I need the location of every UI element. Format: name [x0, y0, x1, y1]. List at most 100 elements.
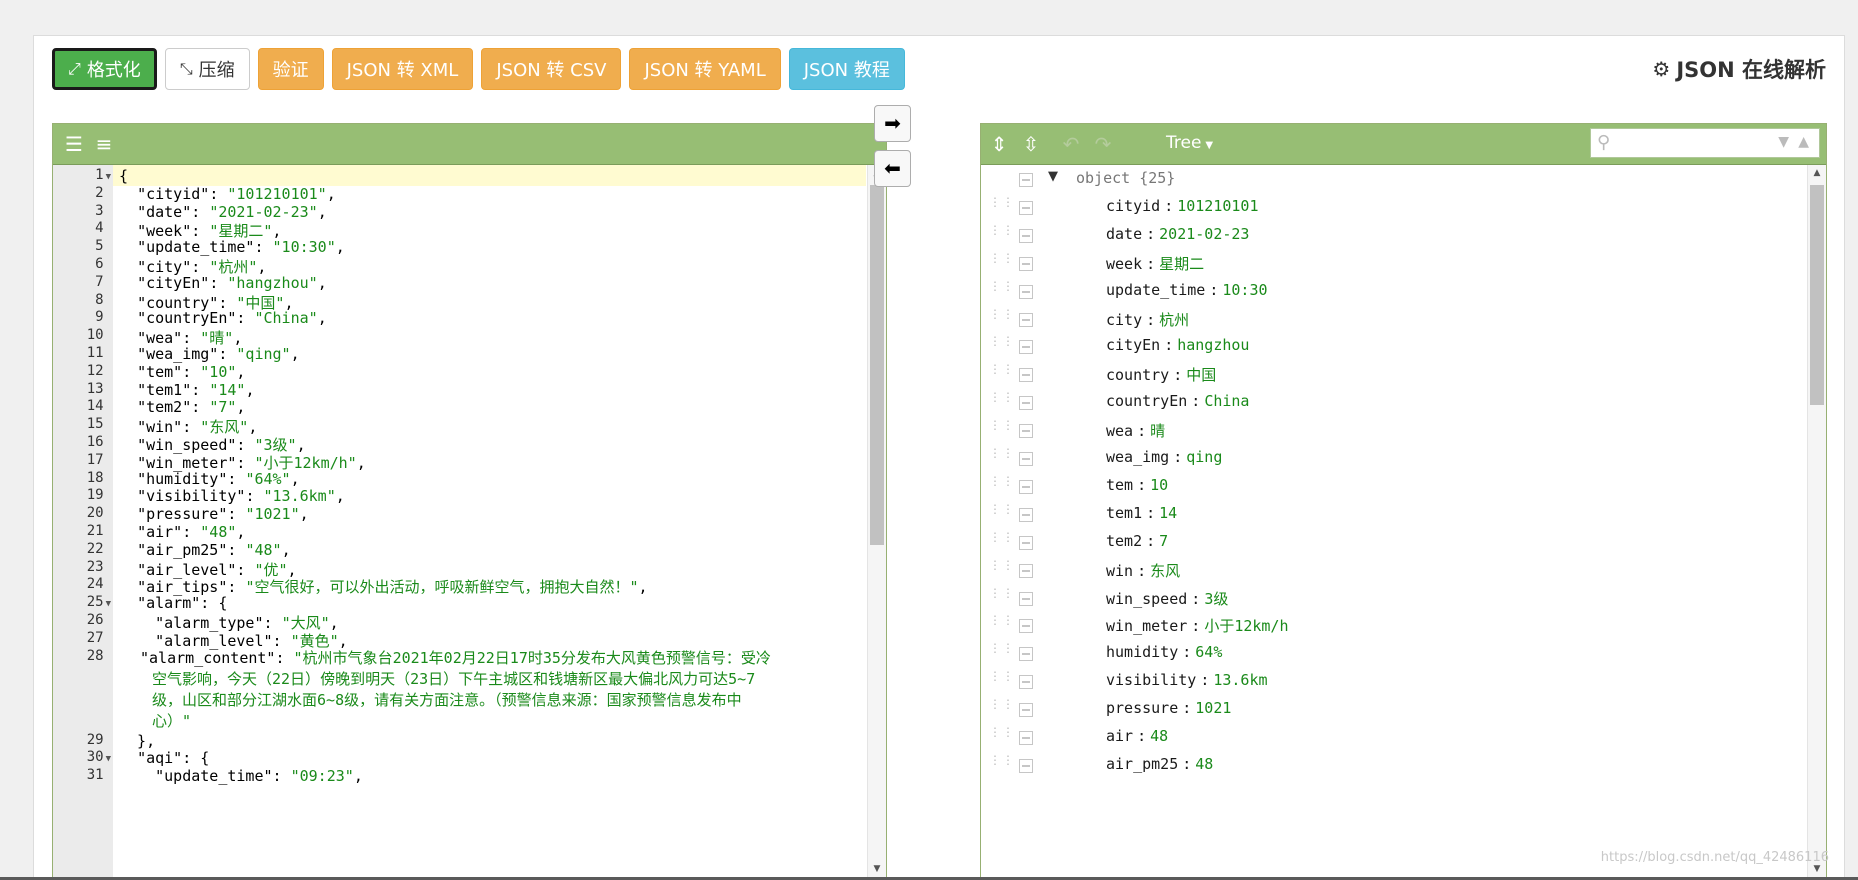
tree-field-value[interactable]: qing: [1186, 448, 1222, 466]
tree-field-value[interactable]: 中国: [1186, 366, 1216, 384]
code-area[interactable]: { "cityid": "101210101", "date": "2021-0…: [113, 165, 866, 877]
tree-field-value[interactable]: 10:30: [1222, 281, 1267, 299]
context-menu-icon[interactable]: [1019, 647, 1033, 662]
to-csv-button[interactable]: JSON 转 CSV: [481, 48, 622, 90]
tree-field[interactable]: cityEn: hangzhou: [1106, 336, 1249, 354]
tree-field-key[interactable]: cityid: [1106, 197, 1160, 215]
drag-handle-icon[interactable]: ⋮⋮: [989, 726, 1014, 747]
tree-field-value[interactable]: 2021-02-23: [1159, 225, 1249, 243]
context-menu-icon[interactable]: [1019, 535, 1033, 550]
tree-field[interactable]: week: 星期二: [1106, 253, 1204, 274]
context-menu-icon[interactable]: [1019, 228, 1033, 243]
tree-field[interactable]: tem2:7: [1106, 532, 1168, 550]
tree-field-key[interactable]: air: [1106, 727, 1133, 745]
collapse-all-icon[interactable]: ⇳: [1017, 132, 1045, 156]
drag-handle-icon[interactable]: ⋮⋮: [989, 587, 1014, 608]
drag-handle-icon[interactable]: ⋮⋮: [989, 698, 1014, 719]
tree-field-key[interactable]: date: [1106, 225, 1142, 243]
tree-field-value[interactable]: 晴: [1150, 422, 1165, 440]
tree-field[interactable]: air:48: [1106, 727, 1168, 745]
tree-field-key[interactable]: city: [1106, 311, 1142, 329]
context-menu-icon[interactable]: [1019, 563, 1033, 578]
tree-field[interactable]: country: 中国: [1106, 364, 1216, 385]
editor-scroll-thumb[interactable]: [870, 185, 884, 545]
tree-field-key[interactable]: win_meter: [1106, 617, 1187, 635]
drag-handle-icon[interactable]: ⋮⋮: [989, 559, 1014, 580]
tree-field-value[interactable]: 3级: [1204, 590, 1228, 608]
tree-field-key[interactable]: tem1: [1106, 504, 1142, 522]
drag-handle-icon[interactable]: ⋮⋮: [989, 224, 1014, 245]
tree-field-value[interactable]: hangzhou: [1177, 336, 1249, 354]
tree-field-key[interactable]: wea_img: [1106, 448, 1169, 466]
drag-handle-icon[interactable]: ⋮⋮: [989, 447, 1014, 468]
context-menu-icon[interactable]: [1019, 703, 1033, 718]
tree-field[interactable]: wea_img: qing: [1106, 448, 1222, 466]
drag-handle-icon[interactable]: ⋮⋮: [989, 670, 1014, 691]
fold-toggle-icon[interactable]: ▼: [106, 172, 111, 182]
drag-handle-icon[interactable]: ⋮⋮: [989, 614, 1014, 635]
drag-handle-icon[interactable]: ⋮⋮: [989, 391, 1014, 412]
drag-handle-icon[interactable]: ⋮⋮: [989, 335, 1014, 356]
drag-handle-icon[interactable]: ⋮⋮: [989, 475, 1014, 496]
tree-field-key[interactable]: tem: [1106, 476, 1133, 494]
tree-field-value[interactable]: 7: [1159, 532, 1168, 550]
search-next-icon[interactable]: ▼: [1778, 134, 1789, 150]
tree-field-value[interactable]: 10: [1150, 476, 1168, 494]
tree-field[interactable]: wea: 晴: [1106, 420, 1165, 441]
tree-field-value[interactable]: 64%: [1195, 643, 1222, 661]
context-menu-icon[interactable]: [1019, 424, 1033, 439]
editor-body[interactable]: 1▼2▼3▼4▼5▼6▼7▼8▼9▼10▼11▼12▼13▼14▼15▼16▼1…: [53, 165, 886, 877]
tree-field-key[interactable]: cityEn: [1106, 336, 1160, 354]
tree-field-key[interactable]: tem2: [1106, 532, 1142, 550]
tree-field[interactable]: cityid:101210101: [1106, 197, 1259, 215]
tree-field-value[interactable]: 14: [1159, 504, 1177, 522]
tree-field[interactable]: tem:10: [1106, 476, 1168, 494]
tree-field[interactable]: humidity:64%: [1106, 643, 1222, 661]
drag-handle-icon[interactable]: ⋮⋮: [989, 642, 1014, 663]
context-menu-icon[interactable]: [1019, 284, 1033, 299]
context-menu-icon[interactable]: [1019, 173, 1033, 187]
to-xml-button[interactable]: JSON 转 XML: [331, 48, 474, 90]
tree-field-value[interactable]: 101210101: [1177, 197, 1258, 215]
tree-field[interactable]: win_speed:3级: [1106, 588, 1228, 609]
fold-toggle-icon[interactable]: ▼: [106, 599, 111, 609]
tree-field[interactable]: win_meter: 小于12km/h: [1106, 615, 1289, 636]
tree-field-value[interactable]: 1021: [1195, 699, 1231, 717]
tree-field-key[interactable]: humidity: [1106, 643, 1178, 661]
context-menu-icon[interactable]: [1019, 256, 1033, 271]
tree-field[interactable]: city: 杭州: [1106, 309, 1189, 330]
format-code-icon[interactable]: ☰: [61, 132, 87, 156]
tree-field-key[interactable]: visibility: [1106, 671, 1196, 689]
drag-handle-icon[interactable]: ⋮⋮: [989, 419, 1014, 440]
compact-code-icon[interactable]: ≡: [91, 132, 117, 156]
copy-to-left-button[interactable]: ⬅: [874, 150, 911, 187]
tree-field-value[interactable]: 48: [1150, 727, 1168, 745]
redo-icon[interactable]: ↷: [1089, 132, 1117, 156]
drag-handle-icon[interactable]: ⋮⋮: [989, 280, 1014, 301]
tree-search-box[interactable]: ⚲ ▼ ▲: [1590, 128, 1820, 158]
drag-handle-icon[interactable]: ⋮⋮: [989, 754, 1014, 775]
tree-field[interactable]: pressure:1021: [1106, 699, 1231, 717]
context-menu-icon[interactable]: [1019, 312, 1033, 327]
tutorial-button[interactable]: JSON 教程: [788, 48, 905, 90]
tree-scroll-up-arrow-icon[interactable]: ▲: [1808, 165, 1826, 181]
context-menu-icon[interactable]: [1019, 368, 1033, 383]
drag-handle-icon[interactable]: ⋮⋮: [989, 308, 1014, 329]
tree-field-key[interactable]: win_speed: [1106, 590, 1187, 608]
tree-scroll-thumb[interactable]: [1810, 185, 1824, 405]
search-previous-icon[interactable]: ▲: [1798, 134, 1809, 150]
context-menu-icon[interactable]: [1019, 479, 1033, 494]
tree-field-value[interactable]: 东风: [1150, 562, 1180, 580]
context-menu-icon[interactable]: [1019, 452, 1033, 466]
undo-icon[interactable]: ↶: [1057, 132, 1085, 156]
tree-scrollbar[interactable]: ▲ ▼: [1807, 165, 1826, 877]
drag-handle-icon[interactable]: ⋮⋮: [989, 252, 1014, 273]
tree-field[interactable]: update_time:10:30: [1106, 281, 1268, 299]
context-menu-icon[interactable]: [1019, 731, 1033, 745]
collapse-triangle-icon[interactable]: ▼: [1048, 169, 1058, 184]
tree-field-row[interactable]: ⋮⋮ air_pm25:48: [981, 751, 1806, 784]
context-menu-icon[interactable]: [1019, 200, 1033, 215]
context-menu-icon[interactable]: [1019, 591, 1033, 606]
to-yaml-button[interactable]: JSON 转 YAML: [629, 48, 781, 90]
copy-to-right-button[interactable]: ➡: [874, 105, 911, 142]
